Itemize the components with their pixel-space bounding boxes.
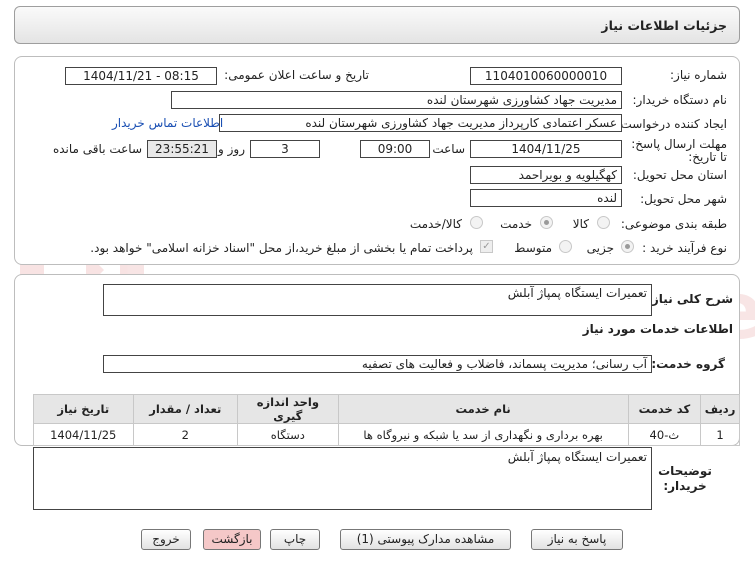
view-attachments-button[interactable]: مشاهده مدارک پیوستی (1)	[340, 529, 511, 550]
col-row: ردیف	[700, 394, 740, 424]
services-title: اطلاعات خدمات مورد نیاز	[582, 322, 733, 336]
col-quantity: تعداد / مقدار	[132, 394, 239, 424]
category-goods-service-radio[interactable]	[470, 216, 483, 229]
category-goods-service-label: کالا/خدمت	[409, 217, 462, 231]
cell-row: 1	[700, 423, 740, 446]
deadline-date-field: 1404/11/25	[470, 140, 622, 158]
summary-label: شرح کلی نیاز:	[647, 292, 733, 306]
process-medium-radio[interactable]	[559, 240, 572, 253]
remaining-days-field: 3	[250, 140, 320, 158]
city-field: لنده	[470, 189, 622, 207]
category-service-radio[interactable]	[540, 216, 553, 229]
remaining-time-field: 23:55:21	[147, 140, 217, 158]
col-unit: واحد اندازه گیری	[237, 394, 339, 424]
announce-date-field: 1404/11/21 - 08:15	[65, 67, 217, 85]
exit-button[interactable]: خروج	[141, 529, 191, 550]
cell-service-name: بهره برداری و نگهداری از سد یا شبکه و نی…	[337, 423, 629, 446]
requester-field: عسکر اعتمادی کارپرداز مدیریت جهاد کشاورز…	[219, 114, 622, 132]
print-button[interactable]: چاپ	[270, 529, 320, 550]
buyer-contact-link[interactable]: اطلاعات تماس خریدار	[112, 116, 223, 130]
category-goods-radio[interactable]	[597, 216, 610, 229]
back-button[interactable]: بازگشت	[203, 529, 261, 550]
province-field: کهگیلویه و بویراحمد	[470, 166, 622, 184]
col-service-name: نام خدمت	[337, 394, 629, 424]
table-row: 1 ث-40 بهره برداری و نگهداری از سد یا شب…	[33, 423, 740, 446]
deadline-time-field: 09:00	[360, 140, 430, 158]
service-group-label: گروه خدمت:	[651, 357, 725, 371]
deadline-time-label: ساعت	[432, 142, 465, 156]
reply-button[interactable]: پاسخ به نیاز	[531, 529, 623, 550]
services-table: ردیف کد خدمت نام خدمت واحد اندازه گیری ت…	[33, 394, 740, 446]
remaining-label: ساعت باقی مانده	[52, 142, 142, 156]
treasury-payment-note: پرداخت تمام یا بخشی از مبلغ خرید،از محل …	[90, 241, 473, 255]
buyer-notes-field[interactable]: تعمیرات ایستگاه پمپاژ آبلش	[33, 447, 652, 510]
page-header: جزئیات اطلاعات نیاز	[14, 6, 740, 44]
summary-field: تعمیرات ایستگاه پمپاژ آبلش	[103, 284, 652, 316]
process-type-label: نوع فرآیند خرید :	[642, 241, 727, 255]
process-medium-label: متوسط	[514, 241, 552, 255]
buyer-name-label: نام دستگاه خریدار:	[632, 93, 728, 107]
cell-unit: دستگاه	[237, 423, 339, 446]
province-label: استان محل تحویل:	[632, 168, 727, 182]
days-label: روز و	[218, 142, 245, 156]
table-header-row: ردیف کد خدمت نام خدمت واحد اندازه گیری ت…	[33, 394, 740, 424]
need-number-label: شماره نیاز:	[670, 68, 727, 82]
buyer-name-field: مدیریت جهاد کشاورزی شهرستان لنده	[171, 91, 622, 109]
process-minor-radio[interactable]	[621, 240, 634, 253]
cell-service-code: ث-40	[627, 423, 702, 446]
requester-label: ایجاد کننده درخواست:	[616, 117, 727, 131]
city-label: شهر محل تحویل:	[640, 192, 727, 206]
cell-need-date: 1404/11/25	[33, 423, 134, 446]
process-minor-label: جزیی	[586, 241, 614, 255]
need-number-field: 1104010060000010	[470, 67, 622, 85]
treasury-payment-checkbox[interactable]: ✓	[480, 240, 493, 253]
col-need-date: تاریخ نیاز	[33, 394, 134, 424]
page-title: جزئیات اطلاعات نیاز	[601, 18, 727, 33]
service-group-field: آب رسانی؛ مدیریت پسماند، فاضلاب و فعالیت…	[103, 355, 652, 373]
announce-date-label: تاریخ و ساعت اعلان عمومی:	[224, 68, 369, 82]
category-label: طبقه بندی موضوعی:	[620, 217, 727, 231]
category-service-label: خدمت	[500, 217, 532, 231]
deadline-label: مهلت ارسال پاسخ: تا تاریخ:	[631, 137, 727, 164]
category-goods-label: کالا	[572, 217, 589, 231]
buyer-notes-label: توضیحات خریدار:	[658, 464, 712, 493]
col-service-code: کد خدمت	[627, 394, 702, 424]
cell-quantity: 2	[132, 423, 239, 446]
